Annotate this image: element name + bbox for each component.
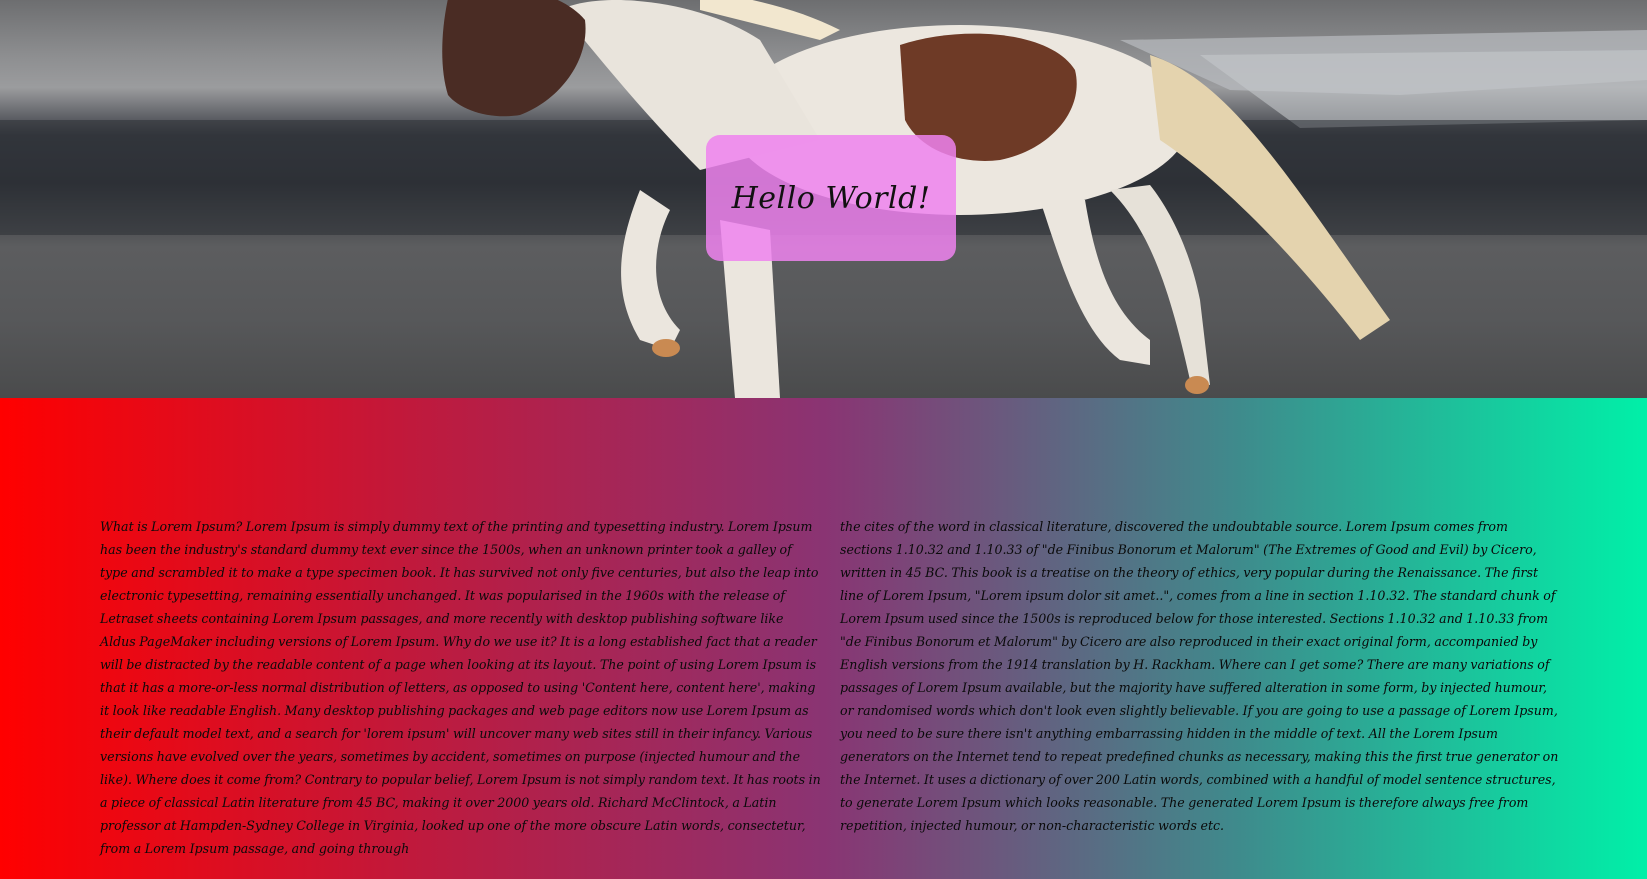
hero-banner: Hello World!	[0, 0, 1647, 398]
text-columns: What is Lorem Ipsum? Lorem Ipsum is simp…	[100, 515, 1562, 860]
hello-card: Hello World!	[706, 135, 956, 261]
text-column-right: the cites of the word in classical liter…	[840, 519, 1559, 833]
text-column-left: What is Lorem Ipsum? Lorem Ipsum is simp…	[100, 519, 821, 856]
hello-heading: Hello World!	[731, 180, 931, 216]
content-section: What is Lorem Ipsum? Lorem Ipsum is simp…	[0, 398, 1647, 879]
